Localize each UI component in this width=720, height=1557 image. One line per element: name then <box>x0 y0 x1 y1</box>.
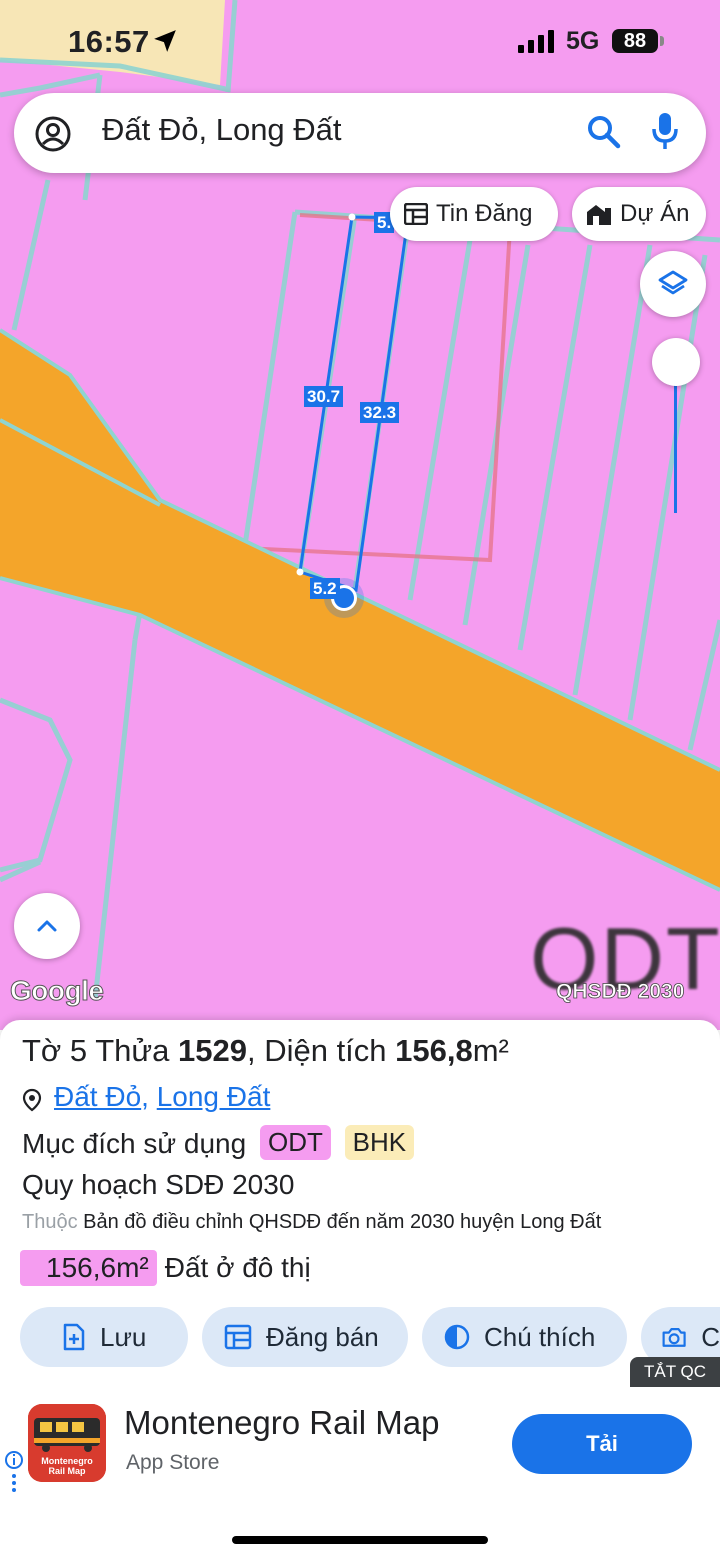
opacity-slider-handle[interactable] <box>652 338 700 386</box>
chevron-up-icon <box>37 920 57 932</box>
ad-app-icon[interactable]: Montenegro Rail Map <box>28 1404 106 1482</box>
layers-button[interactable] <box>640 251 706 317</box>
listings-label: Tin Đăng <box>436 200 533 227</box>
ad-off-button[interactable]: TẮT QC <box>630 1357 720 1387</box>
ad-store-name: App Store <box>126 1451 220 1474</box>
network-type: 5G <box>566 27 600 55</box>
battery-icon: 88 <box>612 29 658 53</box>
purpose-tag-bhk[interactable]: BHK <box>344 1125 415 1160</box>
parcel-number: 1529 <box>178 1033 247 1068</box>
search-input[interactable]: Đất Đỏ, Long Đất <box>102 112 342 148</box>
ad-icon-text-1: Montenegro <box>41 1456 93 1466</box>
sheet-number: 5 <box>69 1033 88 1068</box>
belongs-value: Bản đồ điều chỉnh QHSDĐ đến năm 2030 huy… <box>83 1211 602 1233</box>
camera-icon <box>662 1328 686 1347</box>
district-link[interactable]: Đất Đỏ <box>54 1081 141 1112</box>
listings-chip[interactable]: Tin Đăng <box>390 187 558 241</box>
sheet-word: Tờ <box>22 1033 62 1068</box>
ad-icon-text-2: Rail Map <box>48 1466 86 1476</box>
measurement-bottom: 5.2 <box>310 578 340 599</box>
ad-download-button[interactable]: Tải <box>512 1414 692 1474</box>
land-purpose-row: Mục đích sử dụng ODT BHK <box>22 1125 415 1160</box>
measurement-left: 30.7 <box>304 386 344 407</box>
location-arrow-icon <box>154 30 176 52</box>
ad-app-name[interactable]: Montenegro Rail Map <box>124 1404 440 1442</box>
plan-area-row: 156,6m² Đất ở đô thị <box>20 1250 311 1286</box>
purpose-tag-odt[interactable]: ODT <box>259 1125 331 1160</box>
capture-label: C <box>701 1321 720 1352</box>
parcel-title: Tờ 5 Thửa 1529, Diện tích 156,8m² <box>22 1033 509 1069</box>
status-time: 16:57 <box>68 24 150 59</box>
train-icon: Montenegro Rail Map <box>28 1404 106 1482</box>
parcel-address: Đất Đỏ, Long Đất <box>54 1081 271 1112</box>
legend-icon <box>444 1324 470 1350</box>
plan-area-value: 156,6m² <box>20 1250 157 1286</box>
battery-level: 88 <box>623 30 647 52</box>
search-icon[interactable] <box>586 114 622 150</box>
measurement-right: 32.3 <box>360 402 400 423</box>
plan-area-type: Đất ở đô thị <box>164 1252 311 1283</box>
plan-layer-label: QHSDĐ 2030 <box>556 980 685 1004</box>
account-icon[interactable] <box>34 115 72 153</box>
save-label: Lưu <box>100 1321 147 1352</box>
legend-button[interactable]: Chú thích <box>422 1307 627 1367</box>
battery-tip <box>660 36 664 46</box>
search-bar[interactable]: Đất Đỏ, Long Đất <box>14 93 706 173</box>
cell-signal-icon <box>518 30 554 53</box>
save-plus-icon <box>63 1323 85 1351</box>
commune-link[interactable]: Long Đất <box>157 1081 271 1112</box>
opacity-slider-track[interactable] <box>674 385 677 513</box>
status-bar: 16:57 5G 88 <box>0 0 720 88</box>
save-button[interactable]: Lưu <box>20 1307 188 1367</box>
projects-chip[interactable]: Dự Án <box>572 187 706 241</box>
microphone-icon[interactable] <box>650 111 680 153</box>
layers-icon <box>658 270 688 295</box>
post-sale-button[interactable]: Đăng bán <box>202 1307 408 1367</box>
expand-up-button[interactable] <box>14 893 80 959</box>
plan-source: Thuộc Bản đồ điều chỉnh QHSDĐ đến năm 20… <box>22 1211 601 1234</box>
legend-label: Chú thích <box>484 1321 596 1352</box>
ad-info-icon[interactable] <box>4 1450 24 1498</box>
home-indicator <box>232 1536 488 1544</box>
belongs-label: Thuộc <box>22 1211 78 1233</box>
purpose-label: Mục đích sử dụng <box>22 1128 247 1159</box>
parcel-word: Thửa <box>95 1033 170 1068</box>
location-pin-icon <box>22 1088 42 1112</box>
google-logo: Google <box>9 975 104 1007</box>
plan-title: Quy hoạch SDĐ 2030 <box>22 1169 295 1200</box>
listing-icon <box>224 1324 252 1350</box>
projects-label: Dự Án <box>620 200 690 227</box>
building-icon <box>587 205 611 225</box>
post-sale-label: Đăng bán <box>266 1321 379 1352</box>
area-unit: m² <box>472 1033 509 1068</box>
area-word: , Diện tích <box>246 1033 387 1068</box>
listings-icon <box>404 203 428 225</box>
area-value: 156,8 <box>395 1033 473 1068</box>
